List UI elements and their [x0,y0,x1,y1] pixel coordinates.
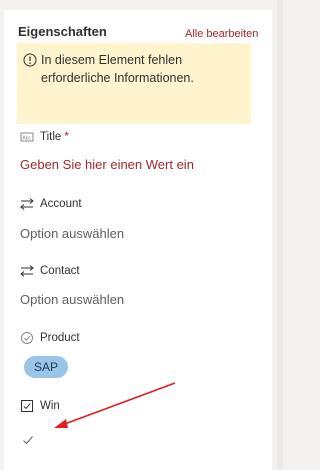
field-label-product: Product [20,331,80,345]
info-circle-icon [23,53,37,67]
lookup-arrows-icon [20,198,34,210]
warning-text: In diesem Element fehlen erforderliche I… [41,53,194,85]
checkmark-icon[interactable] [22,434,34,446]
text-field-icon: Abc [20,132,34,142]
properties-panel: Eigenschaften Alle bearbeiten In diesem … [4,10,272,470]
contact-select[interactable]: Option auswählen [20,292,124,307]
panel-title: Eigenschaften [18,24,107,39]
product-label-text: Product [40,332,80,344]
title-label-text: Title [40,131,62,143]
field-label-contact: Contact [20,264,80,278]
missing-info-warning: In diesem Element fehlen erforderliche I… [17,43,251,124]
contact-label-text: Contact [40,265,80,277]
svg-text:Abc: Abc [22,135,31,141]
checkbox-icon [21,400,33,412]
edit-all-link[interactable]: Alle bearbeiten [185,28,258,40]
account-select[interactable]: Option auswählen [20,226,124,241]
win-label-text: Win [40,400,60,412]
field-label-account: Account [20,197,82,211]
product-tag-sap[interactable]: SAP [24,356,69,378]
lookup-arrows-icon [20,265,34,277]
field-label-title: Abc Title * [20,130,69,144]
field-label-win: Win [20,399,60,413]
title-value-input[interactable]: Geben Sie hier einen Wert ein [20,157,194,172]
choice-check-circle-icon [21,332,33,344]
account-label-text: Account [40,198,82,210]
required-marker: * [64,131,69,143]
scrollbar-track[interactable] [277,0,283,470]
